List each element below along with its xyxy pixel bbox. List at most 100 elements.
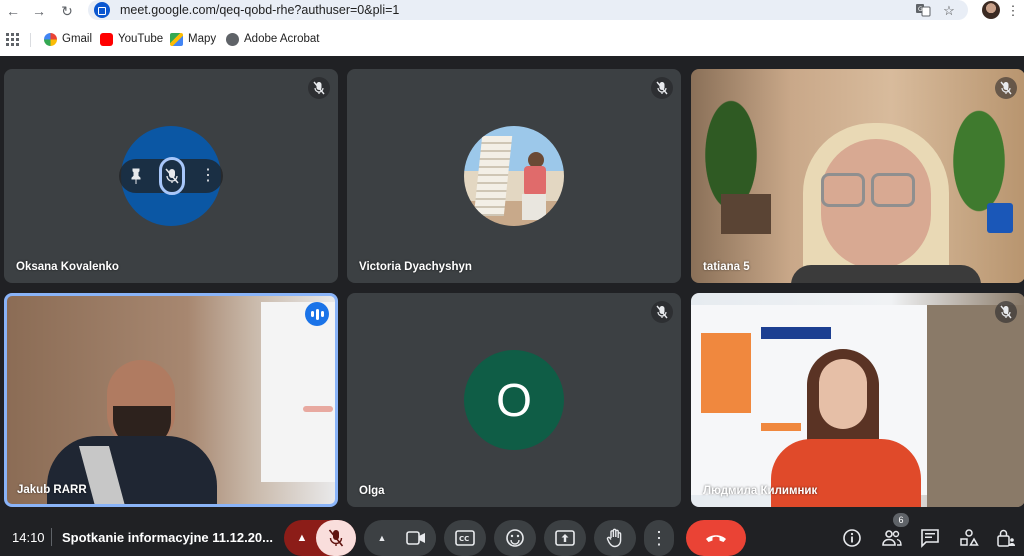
- svg-text:CC: CC: [459, 535, 469, 543]
- slide-orange-block: [701, 333, 751, 413]
- more-vert-icon: ⋮: [650, 528, 668, 548]
- more-options-button[interactable]: ⋮: [644, 520, 674, 556]
- divider: [51, 528, 52, 546]
- participant-tile-tatiana[interactable]: tatiana 5: [691, 69, 1024, 283]
- activities-button[interactable]: [957, 526, 981, 550]
- lock-person-icon: [997, 529, 1015, 547]
- host-controls-button[interactable]: [994, 526, 1018, 550]
- present-screen-button[interactable]: [544, 520, 586, 556]
- mic-off-icon: [328, 529, 344, 547]
- chat-icon: [921, 529, 939, 548]
- mic-off-icon: [308, 77, 330, 99]
- translate-icon[interactable]: G: [914, 2, 932, 20]
- bookmark-youtube[interactable]: YouTube: [100, 30, 163, 48]
- apps-grid-icon[interactable]: [6, 30, 19, 48]
- people-button[interactable]: [880, 526, 904, 550]
- person-body: [47, 436, 217, 504]
- tower-shape: [473, 136, 513, 216]
- pin-icon[interactable]: [127, 167, 145, 185]
- bookmark-label: YouTube: [118, 33, 164, 45]
- bookmark-acrobat[interactable]: Adobe Acrobat: [226, 30, 319, 48]
- youtube-icon: [100, 32, 113, 46]
- meeting-title[interactable]: Spotkanie informacyjne 11.12.20...: [62, 530, 277, 545]
- reactions-button[interactable]: [494, 520, 536, 556]
- wall: [927, 305, 1024, 507]
- participant-name: Людмила Килимник: [703, 485, 818, 497]
- captions-button[interactable]: CC: [444, 520, 486, 556]
- site-info-icon[interactable]: [94, 2, 110, 18]
- acrobat-icon: [226, 32, 239, 46]
- bookmark-star-icon[interactable]: ☆: [940, 2, 958, 20]
- emoji-icon: [506, 529, 524, 547]
- glasses-right: [871, 173, 915, 207]
- captions-icon: CC: [455, 530, 475, 546]
- participant-name: tatiana 5: [703, 261, 750, 273]
- participant-tile-jakub[interactable]: Jakub RARR: [4, 293, 338, 507]
- whiteboard: [261, 302, 335, 482]
- participant-name: Victoria Dyachyshyn: [359, 261, 472, 273]
- camera-icon: [406, 531, 425, 545]
- participant-name: Jakub RARR: [17, 484, 87, 496]
- speaking-indicator-icon: [305, 302, 329, 326]
- person-body: [524, 166, 546, 196]
- avatar-initial: O: [496, 374, 532, 426]
- camera-toggle-button[interactable]: [396, 520, 436, 556]
- bookmark-mapy[interactable]: Mapy: [170, 30, 216, 48]
- participant-name: Oksana Kovalenko: [16, 261, 119, 273]
- back-icon[interactable]: ←: [4, 2, 22, 20]
- hover-controls: ⋮: [119, 157, 223, 195]
- chat-button[interactable]: [918, 526, 942, 550]
- more-options-icon[interactable]: ⋮: [199, 167, 217, 185]
- bookmarks-bar: Gmail YouTube Mapy Adobe Acrobat: [0, 28, 1024, 50]
- blue-pot: [987, 203, 1013, 233]
- participant-tile-olga[interactable]: O Olga: [347, 293, 681, 507]
- person-face: [819, 359, 867, 429]
- mic-control-group: ▲: [284, 520, 356, 556]
- info-icon: [843, 529, 861, 547]
- google-icon: [44, 32, 57, 46]
- participant-tile-oksana[interactable]: ⋮ Oksana Kovalenko: [4, 69, 338, 283]
- mic-toggle-button[interactable]: [316, 520, 356, 556]
- meeting-details-button[interactable]: [840, 526, 864, 550]
- participant-tile-liudmyla[interactable]: Людмила Килимник: [691, 293, 1024, 507]
- leave-call-button[interactable]: [686, 520, 746, 556]
- whiteboard-mark: [303, 406, 333, 412]
- hand-icon: [606, 528, 622, 548]
- activities-shapes-icon: [960, 529, 979, 546]
- address-bar[interactable]: meet.google.com/qeq-qobd-rhe?authuser=0&…: [88, 0, 968, 20]
- person-legs: [522, 194, 546, 220]
- maps-icon: [170, 32, 183, 46]
- menu-dots-icon[interactable]: ⋮: [1004, 2, 1022, 20]
- bookmark-label: Adobe Acrobat: [244, 33, 320, 45]
- profile-avatar[interactable]: [982, 1, 1000, 19]
- forward-icon[interactable]: →: [30, 2, 48, 20]
- browser-chrome: ← → ↻ meet.google.com/qeq-qobd-rhe?authu…: [0, 0, 1024, 56]
- avatar: [464, 126, 564, 226]
- bookmarks-separator: [30, 33, 31, 47]
- people-count-badge: 6: [893, 513, 909, 527]
- person-shoulders: [791, 265, 981, 283]
- bookmark-gmail[interactable]: Gmail: [44, 30, 92, 48]
- participant-tile-victoria[interactable]: Victoria Dyachyshyn: [347, 69, 681, 283]
- url-text[interactable]: meet.google.com/qeq-qobd-rhe?authuser=0&…: [120, 3, 399, 17]
- audio-bar: [320, 311, 324, 317]
- audio-bar: [310, 311, 314, 317]
- mic-off-icon: [995, 301, 1017, 323]
- bookmark-label: Gmail: [62, 33, 93, 45]
- hang-up-icon: [706, 535, 726, 542]
- address-row: ← → ↻ meet.google.com/qeq-qobd-rhe?authu…: [0, 0, 1024, 22]
- camera-options-chevron-icon[interactable]: ▲: [370, 526, 394, 550]
- mic-options-chevron-icon[interactable]: ▲: [290, 526, 314, 550]
- avatar: O: [464, 350, 564, 450]
- mic-off-icon: [995, 77, 1017, 99]
- audio-bar: [315, 308, 319, 320]
- mic-off-icon: [651, 77, 673, 99]
- slide-logo: [761, 327, 831, 339]
- shelf-books: [721, 194, 771, 234]
- present-icon: [555, 530, 575, 546]
- mute-participant-button[interactable]: [159, 157, 185, 195]
- reload-icon[interactable]: ↻: [58, 2, 76, 20]
- meeting-controls-bar: 14:10 Spotkanie informacyjne 11.12.20...…: [0, 518, 1024, 556]
- mic-off-icon: [651, 301, 673, 323]
- raise-hand-button[interactable]: [594, 520, 636, 556]
